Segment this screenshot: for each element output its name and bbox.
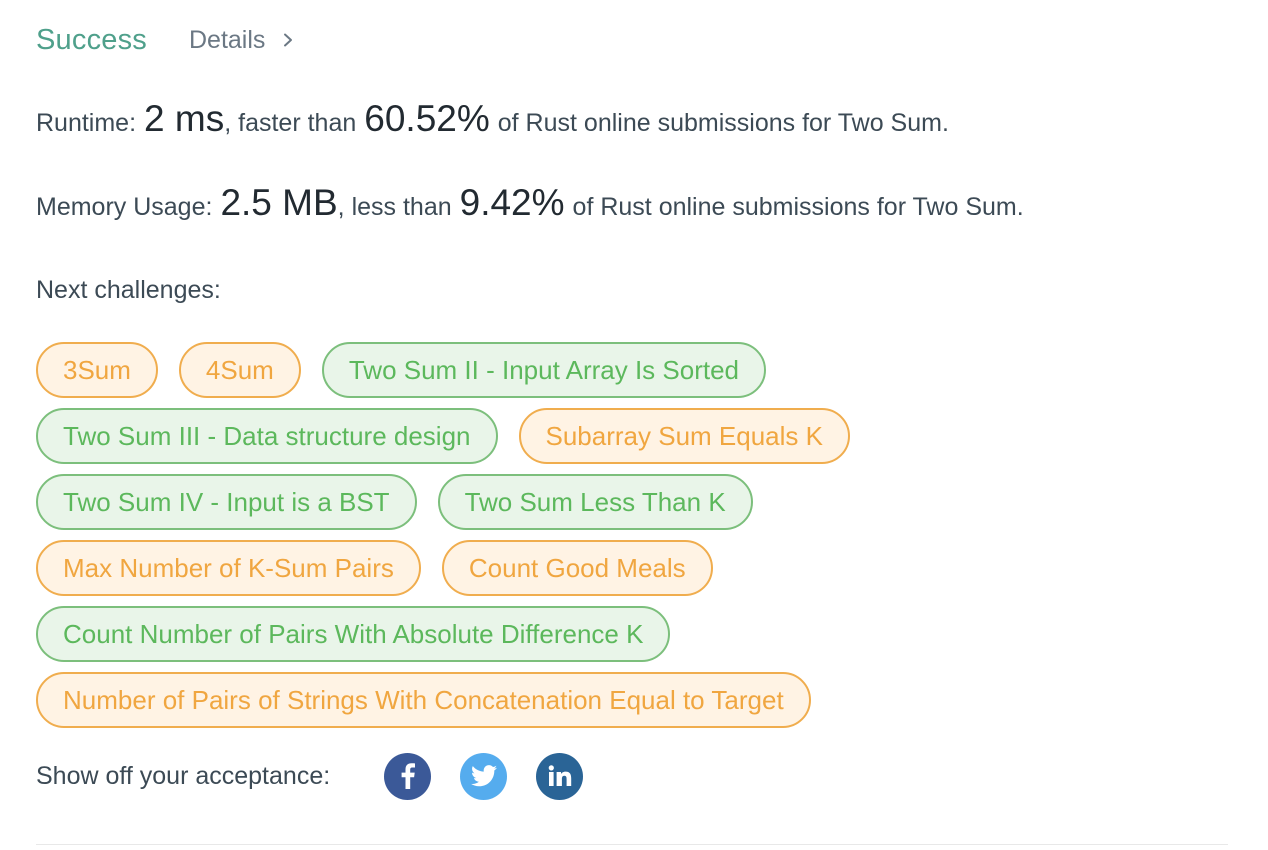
twitter-icon — [470, 765, 497, 787]
chevron-right-icon — [284, 33, 293, 47]
divider — [36, 844, 1228, 845]
challenge-tag[interactable]: Count Good Meals — [441, 540, 713, 596]
challenge-tag[interactable]: Subarray Sum Equals K — [518, 408, 850, 464]
challenge-tag[interactable]: 4Sum — [178, 342, 301, 398]
challenge-tag[interactable]: Count Number of Pairs With Absolute Diff… — [36, 606, 671, 662]
runtime-label: Runtime: — [36, 109, 137, 137]
share-label: Show off your acceptance: — [36, 761, 331, 790]
runtime-percent: 60.52% — [364, 98, 490, 139]
next-challenges-list: 3Sum 4Sum Two Sum II - Input Array Is So… — [36, 342, 1228, 738]
linkedin-icon — [548, 765, 571, 786]
runtime-stat: Runtime: 2 ms , faster than 60.52% of Ru… — [36, 98, 949, 140]
details-link[interactable]: Details — [189, 26, 294, 55]
challenge-row: Count Number of Pairs With Absolute Diff… — [36, 606, 1228, 662]
status-label: Success — [36, 23, 147, 56]
memory-percent: 9.42% — [459, 182, 565, 223]
challenge-row: Two Sum IV - Input is a BST Two Sum Less… — [36, 474, 1228, 530]
challenge-tag[interactable]: Two Sum II - Input Array Is Sorted — [321, 342, 766, 398]
challenge-tag[interactable]: Max Number of K-Sum Pairs — [36, 540, 421, 596]
facebook-share-button[interactable] — [384, 752, 432, 800]
challenge-tag[interactable]: Two Sum III - Data structure design — [36, 408, 498, 464]
memory-comparison: , less than — [337, 193, 452, 221]
runtime-value: 2 ms — [144, 98, 225, 139]
challenge-tag[interactable]: Two Sum IV - Input is a BST — [36, 474, 417, 530]
challenge-row: Max Number of K-Sum Pairs Count Good Mea… — [36, 540, 1228, 596]
challenge-row: Two Sum III - Data structure design Suba… — [36, 408, 1228, 464]
memory-tail: of Rust online submissions for Two Sum. — [572, 193, 1024, 221]
result-header: Success Details — [36, 18, 294, 62]
memory-stat: Memory Usage: 2.5 MB , less than 9.42% o… — [36, 182, 1024, 224]
linkedin-share-button[interactable] — [536, 752, 584, 800]
challenge-tag[interactable]: 3Sum — [36, 342, 158, 398]
runtime-comparison: , faster than — [224, 109, 357, 137]
runtime-tail: of Rust online submissions for Two Sum. — [497, 109, 949, 137]
challenge-tag[interactable]: Two Sum Less Than K — [437, 474, 753, 530]
challenge-tag[interactable]: Number of Pairs of Strings With Concaten… — [36, 672, 811, 728]
memory-label: Memory Usage: — [36, 193, 213, 221]
challenge-row: Number of Pairs of Strings With Concaten… — [36, 672, 1228, 728]
facebook-icon — [401, 763, 415, 789]
memory-value: 2.5 MB — [220, 182, 338, 223]
details-label: Details — [189, 25, 266, 54]
twitter-share-button[interactable] — [460, 752, 508, 800]
next-challenges-label: Next challenges: — [36, 276, 221, 304]
share-bar: Show off your acceptance: — [36, 752, 612, 800]
challenge-row: 3Sum 4Sum Two Sum II - Input Array Is So… — [36, 342, 1228, 398]
